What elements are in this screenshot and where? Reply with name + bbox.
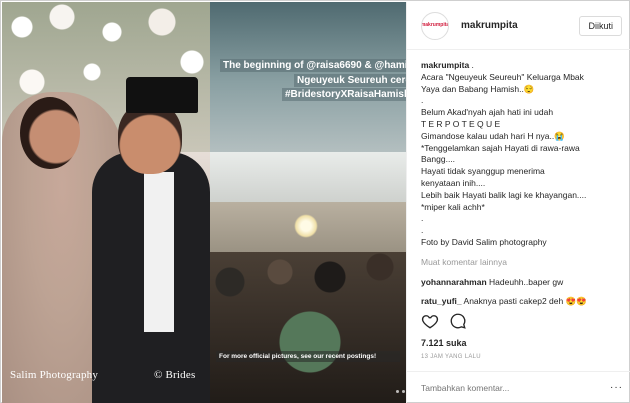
- chandelier-light: [294, 214, 318, 238]
- peci-hat: [126, 77, 198, 113]
- caption-line: kenyataan inih....: [421, 177, 486, 188]
- load-more-comments-link[interactable]: Muat komentar lainnya: [421, 257, 621, 269]
- caption-line: T E R P O T E Q U E: [421, 118, 501, 129]
- caption-line: Belum Akad'nyah ajah hati ini udah: [421, 107, 554, 118]
- avatar-logo: makrumpita: [422, 14, 448, 37]
- caption-line: *Tenggelamkan sajah Hayati di rawa-rawa: [421, 142, 580, 153]
- caption-line: Acara "Ngeuyeuk Seureuh" Keluarga Mbak: [421, 71, 584, 82]
- caption-line: Bangg....: [421, 154, 456, 165]
- comment-text: Anaknya pasti cakep2 deh 😍😍: [463, 296, 587, 306]
- comment-text: Hadeuhh..baper gw: [489, 276, 564, 287]
- groom-shirt: [144, 172, 174, 332]
- add-comment-input[interactable]: [421, 382, 610, 393]
- caption-line: .: [469, 60, 474, 70]
- caption-line: *miper kali achh*: [421, 201, 485, 212]
- story-banner: For more official pictures, see our rece…: [216, 351, 400, 362]
- more-options-icon[interactable]: ···: [610, 382, 623, 393]
- story-caption-2: Ngeuyeuk Seureuh cerem: [294, 74, 406, 87]
- post-photo[interactable]: Salim Photography © Brides: [2, 2, 210, 403]
- carousel-dots: [396, 390, 405, 393]
- comments-section: makrumpita . Acara "Ngeuyeuk Seureuh" Ke…: [421, 60, 621, 306]
- comment-item: yohannarahman Hadeuhh..baper gw: [421, 277, 621, 289]
- caption-line: Lebih baik Hayati balik lagi ke khayanga…: [421, 189, 587, 200]
- carousel-dot: [402, 390, 405, 393]
- caption-line: .: [421, 213, 424, 224]
- action-bar: [421, 312, 467, 330]
- caption-line: Foto by David Salim photography: [421, 236, 547, 247]
- post-frame: Salim Photography © Brides The beginning…: [0, 0, 630, 403]
- story-caption-3: #BridestoryXRaisaHamish: [282, 88, 406, 101]
- story-screenshot[interactable]: The beginning of @raisa6690 & @hamish Ng…: [210, 2, 406, 403]
- post-timestamp: 13 JAM YANG LALU: [421, 354, 481, 360]
- comment-item: ratu_yufi_ Anaknya pasti cakep2 deh 😍😍: [421, 296, 621, 306]
- caption-username[interactable]: makrumpita: [421, 60, 469, 70]
- add-comment-bar: ···: [407, 371, 630, 403]
- comment-icon[interactable]: [449, 312, 467, 330]
- caption-line: Hayati tidak syanggup menerima: [421, 166, 545, 177]
- photo-watermark-right: © Brides: [154, 369, 196, 381]
- likes-count[interactable]: 7.121 suka: [421, 338, 467, 348]
- post-side-panel: makrumpita makrumpita Diikuti makrumpita…: [406, 2, 630, 403]
- story-caption-1: The beginning of @raisa6690 & @hamish: [220, 59, 406, 72]
- following-button[interactable]: Diikuti: [579, 15, 622, 36]
- caption-line: Gimandose kalau udah hari H nya..😭: [421, 130, 565, 141]
- bride-head: [20, 97, 80, 169]
- carousel-dot: [396, 390, 399, 393]
- comment-username[interactable]: yohannarahman: [421, 277, 487, 287]
- caption-line: .: [421, 95, 424, 106]
- caption-line: .: [421, 225, 424, 236]
- comment-username[interactable]: ratu_yufi_: [421, 296, 462, 306]
- story-crowd: [210, 252, 406, 403]
- avatar[interactable]: makrumpita: [421, 11, 449, 40]
- photo-watermark-left: Salim Photography: [10, 369, 99, 381]
- post-header: makrumpita makrumpita Diikuti: [407, 2, 630, 50]
- caption: makrumpita .: [421, 60, 621, 72]
- heart-icon[interactable]: [421, 312, 439, 330]
- post-username[interactable]: makrumpita: [461, 20, 579, 31]
- caption-line: Yaya dan Babang Hamish..😌: [421, 83, 535, 94]
